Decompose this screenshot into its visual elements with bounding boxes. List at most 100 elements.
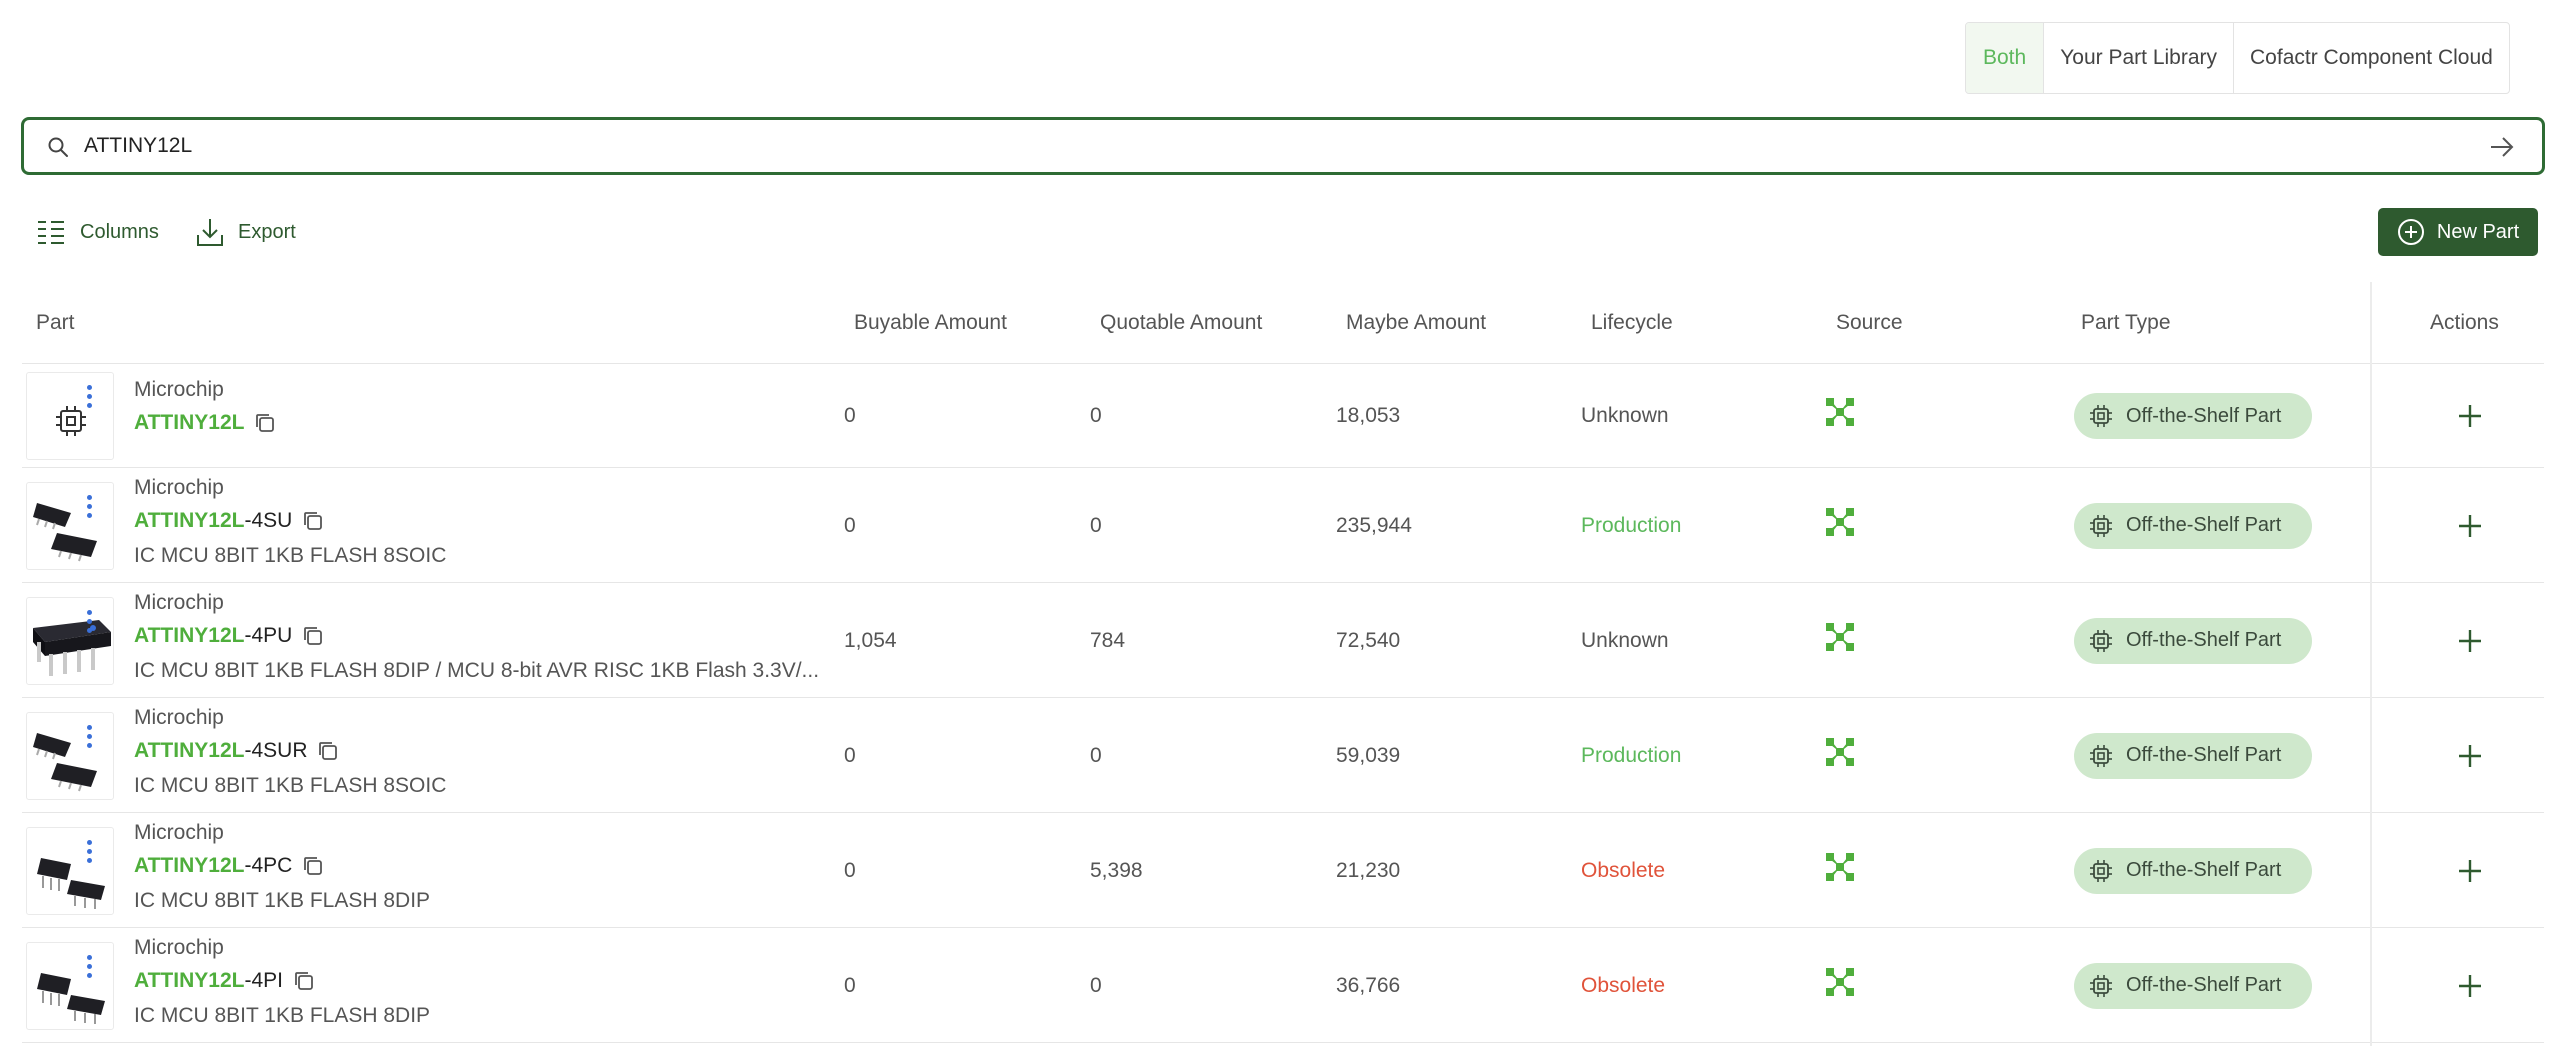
- more-dots-icon[interactable]: [87, 609, 93, 637]
- quotable-amount: 0: [1090, 743, 1102, 767]
- maybe-amount: 21,230: [1336, 858, 1401, 882]
- more-dots-icon[interactable]: [87, 954, 93, 982]
- chip-icon: [2090, 514, 2112, 537]
- part-type-label: Off-the-Shelf Part: [2126, 974, 2282, 996]
- add-plus-icon[interactable]: [2454, 625, 2486, 657]
- search-input[interactable]: [84, 128, 2464, 164]
- add-plus-icon[interactable]: [2454, 970, 2486, 1002]
- part-number-match: ATTINY12L: [134, 411, 245, 434]
- buyable-amount: 0: [844, 858, 856, 882]
- maybe-amount: 59,039: [1336, 743, 1401, 767]
- manufacturer: Microchip: [134, 706, 224, 729]
- plus-circle-icon: [2397, 219, 2424, 245]
- export-button[interactable]: Export: [196, 214, 296, 250]
- copy-icon[interactable]: [302, 625, 324, 647]
- part-info: Microchip ATTINY12L-4PC IC MCU 8BIT 1KB FL…: [134, 817, 854, 919]
- quotable-amount: 784: [1090, 628, 1126, 652]
- part-info: Microchip ATTINY12L-4PI IC MCU 8BIT 1KB FL…: [134, 932, 854, 1034]
- header-actions: Actions: [2430, 311, 2499, 334]
- part-number-match: ATTINY12L: [134, 509, 245, 532]
- new-part-label: New Part: [2436, 220, 2520, 243]
- header-lifecycle[interactable]: Lifecycle: [1591, 282, 1673, 364]
- part-number-suffix: -4PC: [244, 854, 293, 877]
- more-dots-icon[interactable]: [87, 724, 93, 752]
- part-description: IC MCU 8BIT 1KB FLASH 8DIP: [134, 1004, 431, 1027]
- copy-icon[interactable]: [293, 970, 315, 992]
- part-number-suffix: -4PI: [244, 969, 283, 992]
- source-option-both[interactable]: Both: [1966, 23, 2044, 93]
- table-row[interactable]: Microchip ATTINY12L-4SU IC MCU 8BIT 1KB FL…: [22, 468, 2544, 583]
- more-dots-icon[interactable]: [87, 839, 93, 867]
- part-type-label: Off-the-Shelf Part: [2126, 744, 2282, 766]
- part-number-match: ATTINY12L: [134, 739, 245, 762]
- part-number-suffix: -4SUR: [244, 739, 308, 762]
- table-row[interactable]: Microchip ATTINY12L-4PU IC MCU 8BIT 1KB FL…: [22, 583, 2544, 698]
- add-plus-icon[interactable]: [2454, 510, 2486, 542]
- header-part-type[interactable]: Part Type: [2081, 282, 2171, 364]
- header-part[interactable]: Part: [36, 282, 75, 364]
- manufacturer: Microchip: [134, 936, 224, 959]
- table-row[interactable]: Microchip ATTINY12L-4SUR IC MCU 8BIT 1KB F…: [22, 698, 2544, 813]
- more-dots-icon[interactable]: [87, 494, 93, 522]
- arrow-right-icon[interactable]: [2488, 134, 2516, 160]
- add-plus-icon[interactable]: [2454, 400, 2486, 432]
- chip-icon: [2090, 405, 2112, 427]
- part-thumbnail[interactable]: [26, 481, 114, 570]
- more-dots-icon[interactable]: [87, 385, 93, 412]
- header-maybe[interactable]: Maybe Amount: [1346, 282, 1486, 364]
- table-row[interactable]: Microchip ATTINY12L-4PI IC MCU 8BIT 1KB FL…: [22, 928, 2544, 1043]
- part-type-badge: Off-the-Shelf Part: [2074, 393, 2312, 439]
- part-description: IC MCU 8BIT 1KB FLASH 8DIP / MCU 8-bit A…: [134, 659, 820, 682]
- part-type-badge: Off-the-Shelf Part: [2074, 502, 2312, 549]
- header-source[interactable]: Source: [1836, 282, 1903, 364]
- buyable-amount: 1,054: [844, 628, 897, 652]
- cofactr-source-icon: [1824, 396, 1856, 428]
- part-number-suffix: -4SU: [244, 509, 293, 532]
- part-thumbnail[interactable]: [26, 711, 114, 800]
- add-plus-icon[interactable]: [2454, 740, 2486, 772]
- table-row[interactable]: Microchip ATTINY12L 0 0 18,053 Unknown Off-the…: [22, 364, 2544, 468]
- cofactr-source-icon: [1824, 966, 1856, 998]
- lifecycle-status: Production: [1581, 513, 1682, 537]
- part-type-label: Off-the-Shelf Part: [2126, 629, 2282, 651]
- copy-icon[interactable]: [302, 855, 324, 877]
- source-option-part-library[interactable]: Your Part Library: [2043, 23, 2233, 93]
- part-thumbnail[interactable]: [26, 941, 114, 1030]
- part-number[interactable]: ATTINY12L-4PC: [134, 849, 854, 883]
- part-number[interactable]: ATTINY12L-4SUR: [134, 734, 854, 768]
- quotable-amount: 0: [1090, 513, 1102, 537]
- download-icon: [197, 219, 223, 246]
- part-thumbnail[interactable]: [26, 372, 114, 460]
- part-number[interactable]: ATTINY12L-4PI: [134, 964, 854, 998]
- copy-icon[interactable]: [302, 510, 324, 532]
- table-row[interactable]: Microchip ATTINY12L-4PC IC MCU 8BIT 1KB FL…: [22, 813, 2544, 928]
- part-number[interactable]: ATTINY12L-4SU: [134, 504, 854, 538]
- copy-icon[interactable]: [317, 740, 339, 762]
- new-part-button[interactable]: New Part: [2378, 208, 2538, 256]
- copy-icon[interactable]: [254, 412, 276, 434]
- manufacturer: Microchip: [134, 591, 224, 614]
- quotable-amount: 5,398: [1090, 858, 1143, 882]
- header-buyable[interactable]: Buyable Amount: [854, 282, 1007, 364]
- part-type-badge: Off-the-Shelf Part: [2074, 847, 2312, 894]
- columns-icon: [38, 221, 64, 244]
- add-plus-icon[interactable]: [2454, 855, 2486, 887]
- part-thumbnail[interactable]: [26, 596, 114, 685]
- manufacturer: Microchip: [134, 378, 224, 401]
- part-type-badge: Off-the-Shelf Part: [2074, 617, 2312, 664]
- part-number[interactable]: ATTINY12L: [134, 406, 276, 440]
- chip-icon: [2090, 859, 2112, 882]
- columns-button[interactable]: Columns: [36, 214, 159, 250]
- part-number[interactable]: ATTINY12L-4PU: [134, 619, 854, 653]
- part-info: Microchip ATTINY12L-4SU IC MCU 8BIT 1KB FL…: [134, 472, 854, 574]
- manufacturer: Microchip: [134, 476, 224, 499]
- part-thumbnail[interactable]: [26, 826, 114, 915]
- buyable-amount: 0: [844, 973, 856, 997]
- part-description: IC MCU 8BIT 1KB FLASH 8SOIC: [134, 544, 447, 567]
- part-type-badge: Off-the-Shelf Part: [2074, 732, 2312, 779]
- header-quotable[interactable]: Quotable Amount: [1100, 282, 1262, 364]
- source-option-component-cloud[interactable]: Cofactr Component Cloud: [2233, 23, 2509, 93]
- actions-divider: [2370, 282, 2372, 1046]
- part-description: IC MCU 8BIT 1KB FLASH 8DIP: [134, 889, 431, 912]
- maybe-amount: 36,766: [1336, 973, 1401, 997]
